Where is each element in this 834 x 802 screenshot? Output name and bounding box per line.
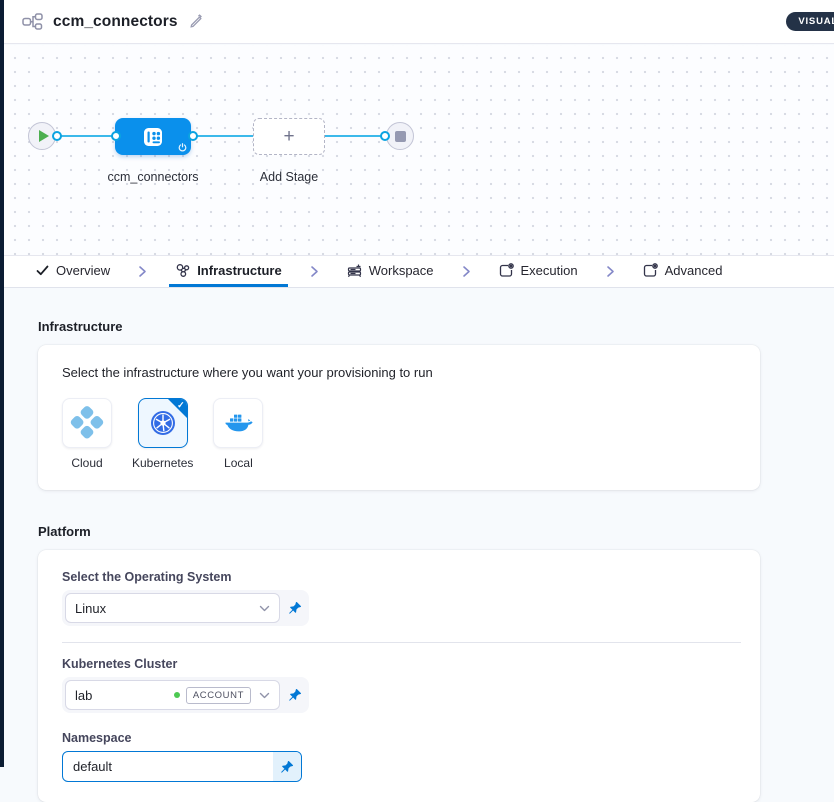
infrastructure-card: Select the infrastructure where you want…	[38, 345, 760, 490]
chevron-down-icon	[259, 692, 270, 699]
stage-node-ccm-connectors[interactable]	[115, 118, 191, 155]
divider	[62, 642, 741, 643]
docker-icon	[223, 411, 253, 435]
chevron-right-icon	[116, 256, 169, 287]
stage-in-port	[111, 131, 121, 141]
os-select[interactable]: Linux	[65, 593, 280, 623]
cluster-field-label: Kubernetes Cluster	[62, 657, 736, 671]
tab-workspace[interactable]: Workspace	[341, 256, 440, 287]
os-selected-value: Linux	[75, 601, 259, 616]
runtime-pin-icon[interactable]	[284, 595, 306, 621]
pipeline-header: ccm_connectors VISUAL	[4, 0, 834, 44]
stage-config-tabbar: Overview Infrastructure Workspace	[4, 255, 834, 288]
infrastructure-icon	[175, 263, 190, 278]
cluster-select-group: lab ACCOUNT	[62, 677, 309, 713]
execution-icon	[499, 263, 514, 278]
infrastructure-section-heading: Infrastructure	[38, 319, 834, 334]
cloud-icon	[69, 405, 106, 442]
platform-section-heading: Platform	[38, 524, 834, 539]
tab-advanced[interactable]: Advanced	[637, 256, 729, 287]
cluster-selected-value: lab	[75, 688, 174, 703]
runtime-pin-icon[interactable]	[284, 682, 306, 708]
scope-badge: ACCOUNT	[186, 687, 251, 704]
advanced-icon	[643, 263, 658, 278]
page-title: ccm_connectors	[53, 13, 178, 31]
stage-node-label: ccm_connectors	[78, 170, 228, 184]
infra-option-kubernetes[interactable]: ✓ Kubernetes	[132, 398, 193, 470]
visual-yaml-toggle[interactable]: VISUAL	[786, 12, 834, 31]
check-icon	[36, 265, 49, 276]
plus-icon: +	[283, 126, 294, 148]
os-field-label: Select the Operating System	[62, 570, 736, 584]
os-select-group: Linux	[62, 590, 309, 626]
chevron-right-icon	[440, 256, 493, 287]
chevron-right-icon	[584, 256, 637, 287]
stop-icon	[395, 131, 406, 142]
workspace-icon	[347, 263, 362, 278]
selected-check-icon: ✓	[177, 400, 185, 411]
tab-infrastructure[interactable]: Infrastructure	[169, 256, 288, 287]
infrastructure-panel: Infrastructure Select the infrastructure…	[4, 289, 834, 767]
pipeline-edge	[54, 135, 387, 137]
end-in-port	[380, 131, 390, 141]
start-out-port	[52, 131, 62, 141]
local-option-box	[213, 398, 263, 448]
power-toggle-icon[interactable]	[178, 143, 187, 152]
collapsed-nav-rail[interactable]	[0, 0, 4, 767]
add-stage-button[interactable]: +	[253, 118, 325, 155]
infra-option-cloud[interactable]: Cloud	[62, 398, 112, 470]
add-stage-label: Add Stage	[214, 170, 364, 184]
kubernetes-option-label: Kubernetes	[132, 456, 193, 470]
tab-overview[interactable]: Overview	[30, 256, 116, 287]
connectivity-status-dot	[174, 692, 180, 698]
chevron-right-icon	[288, 256, 341, 287]
tab-execution[interactable]: Execution	[493, 256, 584, 287]
pipeline-end-node	[386, 122, 414, 150]
kubernetes-option-box: ✓	[138, 398, 188, 448]
cloud-option-box	[62, 398, 112, 448]
cluster-select[interactable]: lab ACCOUNT	[65, 680, 280, 710]
play-icon	[39, 130, 49, 142]
chevron-down-icon	[259, 605, 270, 612]
provisioning-stage-icon	[141, 125, 165, 149]
pipeline-canvas[interactable]: ccm_connectors + Add Stage	[4, 45, 834, 255]
infrastructure-options: Cloud	[62, 398, 736, 470]
local-option-label: Local	[224, 456, 253, 470]
edit-pencil-icon[interactable]	[190, 14, 205, 29]
pipeline-icon	[22, 13, 43, 30]
infra-option-local[interactable]: Local	[213, 398, 263, 470]
infrastructure-description: Select the infrastructure where you want…	[62, 365, 736, 380]
stage-out-port	[188, 131, 198, 141]
cloud-option-label: Cloud	[71, 456, 102, 470]
namespace-field-label: Namespace	[62, 731, 736, 745]
platform-card: Select the Operating System Linux Kubern…	[38, 550, 760, 802]
